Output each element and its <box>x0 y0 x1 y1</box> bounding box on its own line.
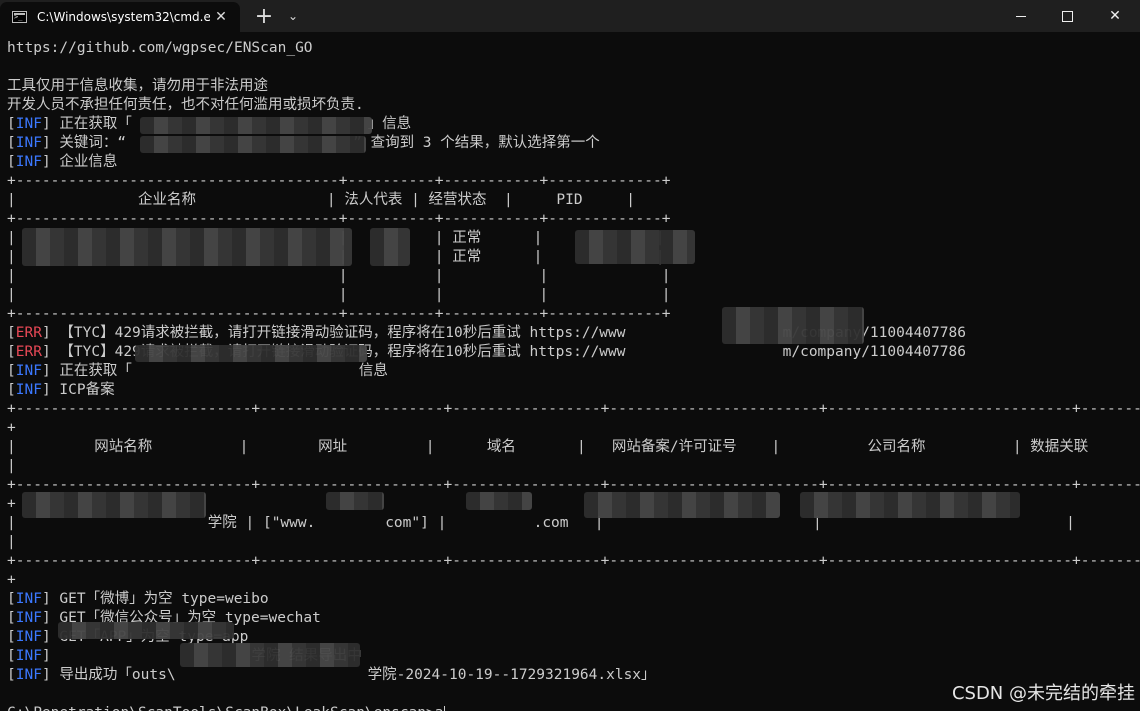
log-bracket: ] <box>41 154 51 170</box>
redaction-blur <box>370 228 410 266</box>
console-line: +-------------------------------------+-… <box>7 173 671 189</box>
log-message: 企业信息 <box>50 154 118 170</box>
tab-title: C:\Windows\system32\cmd.ex <box>37 10 210 24</box>
log-bracket: [ <box>7 325 16 341</box>
console-line: | <box>7 458 16 474</box>
console-line: +-------------------------------------+-… <box>7 211 671 227</box>
log-bracket: [ <box>7 363 16 379</box>
log-bracket: [ <box>7 610 16 626</box>
redaction-blur <box>22 228 352 266</box>
log-bracket: [ <box>7 344 16 360</box>
prompt-text: C:\Penetration\ScanTools\ScanBox\LeakSca… <box>7 705 444 711</box>
text-cursor <box>443 705 445 711</box>
error-tag: ERR <box>15 325 42 341</box>
error-tag: ERR <box>15 344 42 360</box>
redaction-blur <box>584 492 780 518</box>
info-tag: INF <box>15 154 42 170</box>
cmd-icon <box>12 11 27 23</box>
console-line: +-------------------------------------+-… <box>7 306 671 322</box>
log-bracket: [ <box>7 382 16 398</box>
close-button[interactable]: ✕ <box>1090 0 1140 32</box>
log-bracket: ] <box>41 325 51 341</box>
title-bar: C:\Windows\system32\cmd.ex ✕ + ⌄ ✕ <box>0 0 1140 32</box>
info-tag: INF <box>15 629 42 645</box>
log-bracket: ] <box>41 363 51 379</box>
tab-close-icon[interactable]: ✕ <box>210 9 232 25</box>
log-bracket: ] <box>41 135 51 151</box>
console-line: + <box>7 420 16 436</box>
log-bracket: ] <box>41 344 51 360</box>
console-line: +---------------------------+-----------… <box>7 401 1140 417</box>
info-tag: INF <box>15 667 42 683</box>
info-tag: INF <box>15 135 42 151</box>
log-bracket: ] <box>41 591 51 607</box>
minimize-icon <box>1016 15 1026 17</box>
log-message: 正在获取「 信息 <box>50 363 388 379</box>
csdn-watermark: CSDN @未完结的牵挂 <box>951 683 1135 704</box>
log-bracket: [ <box>7 135 16 151</box>
log-bracket: [ <box>7 116 16 132</box>
log-line: [INF] GET「微博」为空 type=weibo <box>7 590 269 609</box>
new-tab-button[interactable]: + <box>246 0 282 32</box>
console-line: 开发人员不承担任何责任，也不对任何滥用或损坏负责. <box>7 97 364 113</box>
log-bracket: [ <box>7 154 16 170</box>
info-tag: INF <box>15 116 42 132</box>
log-bracket: [ <box>7 629 16 645</box>
log-bracket: ] <box>41 629 51 645</box>
console-line: | 网站名称 | 网址 | 域名 | 网站备案/许可证号 | 公司名称 | 数据… <box>7 439 1089 455</box>
log-bracket: [ <box>7 667 16 683</box>
redaction-blur <box>58 622 234 639</box>
console-line: + <box>7 496 16 512</box>
redaction-blur <box>180 643 360 667</box>
console-line: 工具仅用于信息收集，请勿用于非法用途 <box>7 78 268 94</box>
console-line: | <box>7 534 16 550</box>
log-bracket: ] <box>41 116 51 132</box>
redaction-blur <box>466 492 532 510</box>
maximize-button[interactable] <box>1044 0 1090 32</box>
log-bracket: ] <box>41 648 51 664</box>
info-tag: INF <box>15 591 42 607</box>
info-tag: INF <box>15 382 42 398</box>
log-message: 导出成功「outs\ 学院-2024-10-19--1729321964.xls… <box>50 667 656 683</box>
redaction-blur <box>575 230 695 264</box>
info-tag: INF <box>15 363 42 379</box>
redaction-blur <box>140 136 366 153</box>
log-bracket: [ <box>7 648 16 664</box>
console-line: | 企业名称 | 法人代表 | 经营状态 | PID | <box>7 192 635 208</box>
tab-dropdown-button[interactable]: ⌄ <box>282 0 304 32</box>
console-line: + <box>7 572 16 588</box>
log-message: GET「微博」为空 type=weibo <box>50 591 269 607</box>
title-drag-area[interactable] <box>304 0 998 32</box>
redaction-blur <box>135 345 367 362</box>
redaction-blur <box>22 492 206 518</box>
console-output[interactable]: https://github.com/wgpsec/ENScan_GO 工具仅用于… <box>0 32 1140 711</box>
redaction-blur <box>326 492 384 510</box>
log-bracket: ] <box>41 382 51 398</box>
info-tag: INF <box>15 610 42 626</box>
console-line: | | | | | <box>7 268 671 284</box>
log-line: [INF] 企业信息 <box>7 153 117 172</box>
log-line: [INF] 导出成功「outs\ 学院-2024-10-19--17293219… <box>7 666 656 685</box>
command-prompt[interactable]: C:\Penetration\ScanTools\ScanBox\LeakSca… <box>7 704 445 711</box>
log-line: [INF] 正在获取「 信息 <box>7 362 388 381</box>
redaction-blur <box>140 117 372 134</box>
log-bracket: ] <box>41 610 51 626</box>
log-message: ICP备案 <box>50 382 115 398</box>
minimize-button[interactable] <box>998 0 1044 32</box>
console-line: +---------------------------+-----------… <box>7 553 1140 569</box>
redaction-blur <box>722 307 864 344</box>
console-line: | | | | | <box>7 287 671 303</box>
log-bracket: ] <box>41 667 51 683</box>
console-line: https://github.com/wgpsec/ENScan_GO <box>7 40 313 56</box>
info-tag: INF <box>15 648 42 664</box>
tab-cmd[interactable]: C:\Windows\system32\cmd.ex ✕ <box>0 2 240 32</box>
redaction-blur <box>800 492 1020 518</box>
log-line: [INF] ICP备案 <box>7 381 115 400</box>
log-bracket: [ <box>7 591 16 607</box>
maximize-icon <box>1061 10 1073 22</box>
